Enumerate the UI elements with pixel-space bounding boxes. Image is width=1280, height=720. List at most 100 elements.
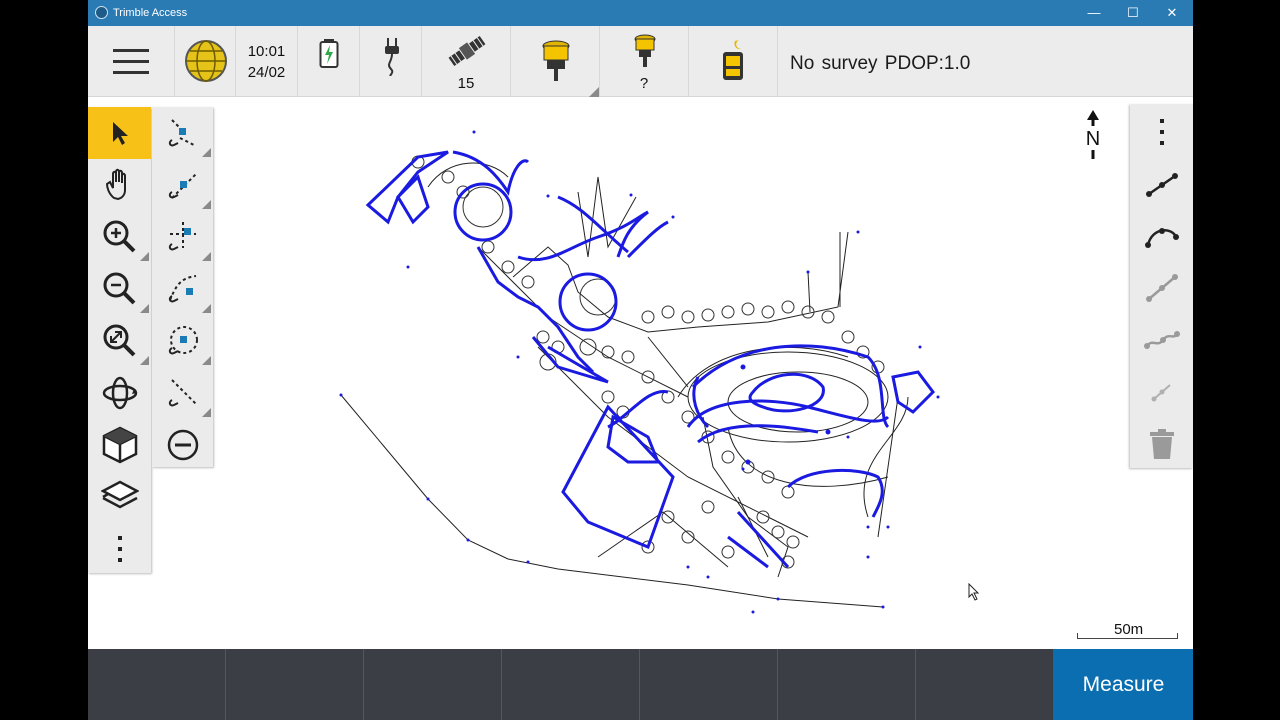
window-title: Trimble Access [113, 7, 188, 19]
minimize-button[interactable]: — [1074, 0, 1114, 26]
hand-icon [105, 168, 126, 201]
hamburger-icon [113, 49, 149, 74]
datetime-display: 10:01 24/02 [236, 26, 298, 97]
zoom-out-button[interactable] [88, 263, 151, 315]
survey-map-drawing [339, 130, 940, 614]
snap-arc-center-menu-corner [202, 356, 211, 365]
north-arrow-icon: N [1086, 110, 1100, 159]
layers-button[interactable] [88, 471, 151, 523]
satellite-icon [448, 36, 486, 66]
measure-button[interactable]: Measure [1054, 649, 1193, 720]
maximize-button[interactable]: ☐ [1113, 0, 1153, 26]
trimble-app-icon [95, 6, 108, 19]
survey-status-text: No survey PDOP:1.0 [790, 53, 971, 74]
snap-end-menu-corner [202, 148, 211, 157]
scale-bar: 50m [1077, 621, 1180, 641]
mouse-cursor-icon [968, 583, 980, 601]
app-window: Trimble Access — ☐ ✕ 10:01 24/02 15 ? No… [88, 0, 1193, 720]
vertical-dots-icon [117, 536, 122, 562]
map-view[interactable] [88, 97, 1193, 649]
base-radio-icon [634, 34, 656, 67]
zoom-extents-menu-corner [140, 356, 149, 365]
zoom-in-button[interactable] [88, 211, 151, 263]
cube-icon [102, 426, 137, 464]
snap-perpendicular-menu-corner [202, 408, 211, 417]
menu-button[interactable] [88, 26, 175, 97]
trash-icon [1149, 429, 1174, 459]
snap-intersect-menu-corner [202, 304, 211, 313]
scale-label: 50m [1114, 621, 1144, 638]
snap-midpoint-icon [168, 173, 197, 199]
draw-line-button[interactable] [1130, 158, 1193, 210]
more-tools-button[interactable] [88, 523, 151, 575]
gnss-receiver-icon [542, 40, 570, 81]
power-plug-icon [385, 38, 399, 76]
map-tools-toolbar [88, 107, 151, 573]
draw-arc-button[interactable] [1130, 210, 1193, 262]
globe-button[interactable] [175, 26, 236, 97]
radio-button[interactable]: ? [600, 26, 689, 97]
date-text: 24/02 [247, 64, 286, 81]
point-tool-icon [1151, 384, 1171, 402]
close-button[interactable]: ✕ [1152, 0, 1192, 26]
globe-icon [185, 40, 227, 82]
snap-intersect-button[interactable] [152, 263, 213, 315]
snap-arc-center-button[interactable] [152, 315, 213, 367]
delete-button[interactable] [1130, 418, 1193, 470]
snap-center-button[interactable] [152, 211, 213, 263]
zoom-extents-icon [103, 324, 135, 357]
receiver-menu-corner [589, 87, 599, 97]
arc-tool-icon [1144, 228, 1179, 248]
draw-polyline-button[interactable] [1130, 262, 1193, 314]
snap-center-menu-corner [202, 252, 211, 261]
draw-curve-button[interactable] [1130, 314, 1193, 366]
title-bar: Trimble Access — ☐ ✕ [88, 0, 1193, 26]
softkey-bar: Measure [88, 649, 1193, 720]
curve-tool-icon [1143, 331, 1180, 349]
view-3d-button[interactable] [88, 419, 151, 471]
more-options-button[interactable] [1130, 106, 1193, 158]
line-tool-icon [1145, 173, 1178, 197]
snap-center-icon [168, 222, 196, 251]
vertical-dots-icon [1159, 119, 1164, 145]
snap-toolbar [152, 107, 213, 467]
clear-snap-button[interactable] [152, 419, 213, 471]
softkey-7[interactable] [916, 649, 1054, 720]
softkey-4[interactable] [502, 649, 640, 720]
snap-perpendicular-button[interactable] [152, 367, 213, 419]
pointer-arrow-icon [112, 122, 128, 145]
battery-icon [319, 39, 339, 68]
softkey-2[interactable] [226, 649, 364, 720]
battery-button[interactable] [298, 26, 360, 97]
radio-status-text: ? [639, 75, 649, 92]
draw-toolbar [1130, 104, 1193, 468]
controller-button[interactable] [689, 26, 778, 97]
court-outline [561, 404, 675, 549]
snap-arc-center-icon [168, 326, 198, 355]
zoom-out-icon [103, 272, 135, 305]
layers-icon [100, 480, 139, 509]
snap-mid-button[interactable] [152, 159, 213, 211]
snap-end-button[interactable] [152, 107, 213, 159]
measure-point-button[interactable] [1130, 366, 1193, 418]
zoom-in-menu-corner [140, 252, 149, 261]
power-button[interactable] [360, 26, 422, 97]
snap-endpoint-icon [168, 119, 196, 147]
softkey-1[interactable] [88, 649, 226, 720]
select-tool-button[interactable] [88, 107, 151, 159]
snap-intersection-icon [168, 275, 196, 303]
zoom-extents-button[interactable] [88, 315, 151, 367]
zoom-out-menu-corner [140, 304, 149, 313]
orbit-icon [102, 376, 137, 410]
orbit-button[interactable] [88, 367, 151, 419]
satellites-button[interactable]: 15 [422, 26, 511, 97]
snap-mid-menu-corner [202, 200, 211, 209]
satellite-count: 15 [457, 75, 475, 92]
softkey-5[interactable] [640, 649, 778, 720]
softkey-3[interactable] [364, 649, 502, 720]
time-text: 10:01 [247, 43, 286, 60]
softkey-6[interactable] [778, 649, 916, 720]
receiver-button[interactable] [511, 26, 600, 97]
north-label: N [1086, 128, 1100, 150]
pan-tool-button[interactable] [88, 159, 151, 211]
